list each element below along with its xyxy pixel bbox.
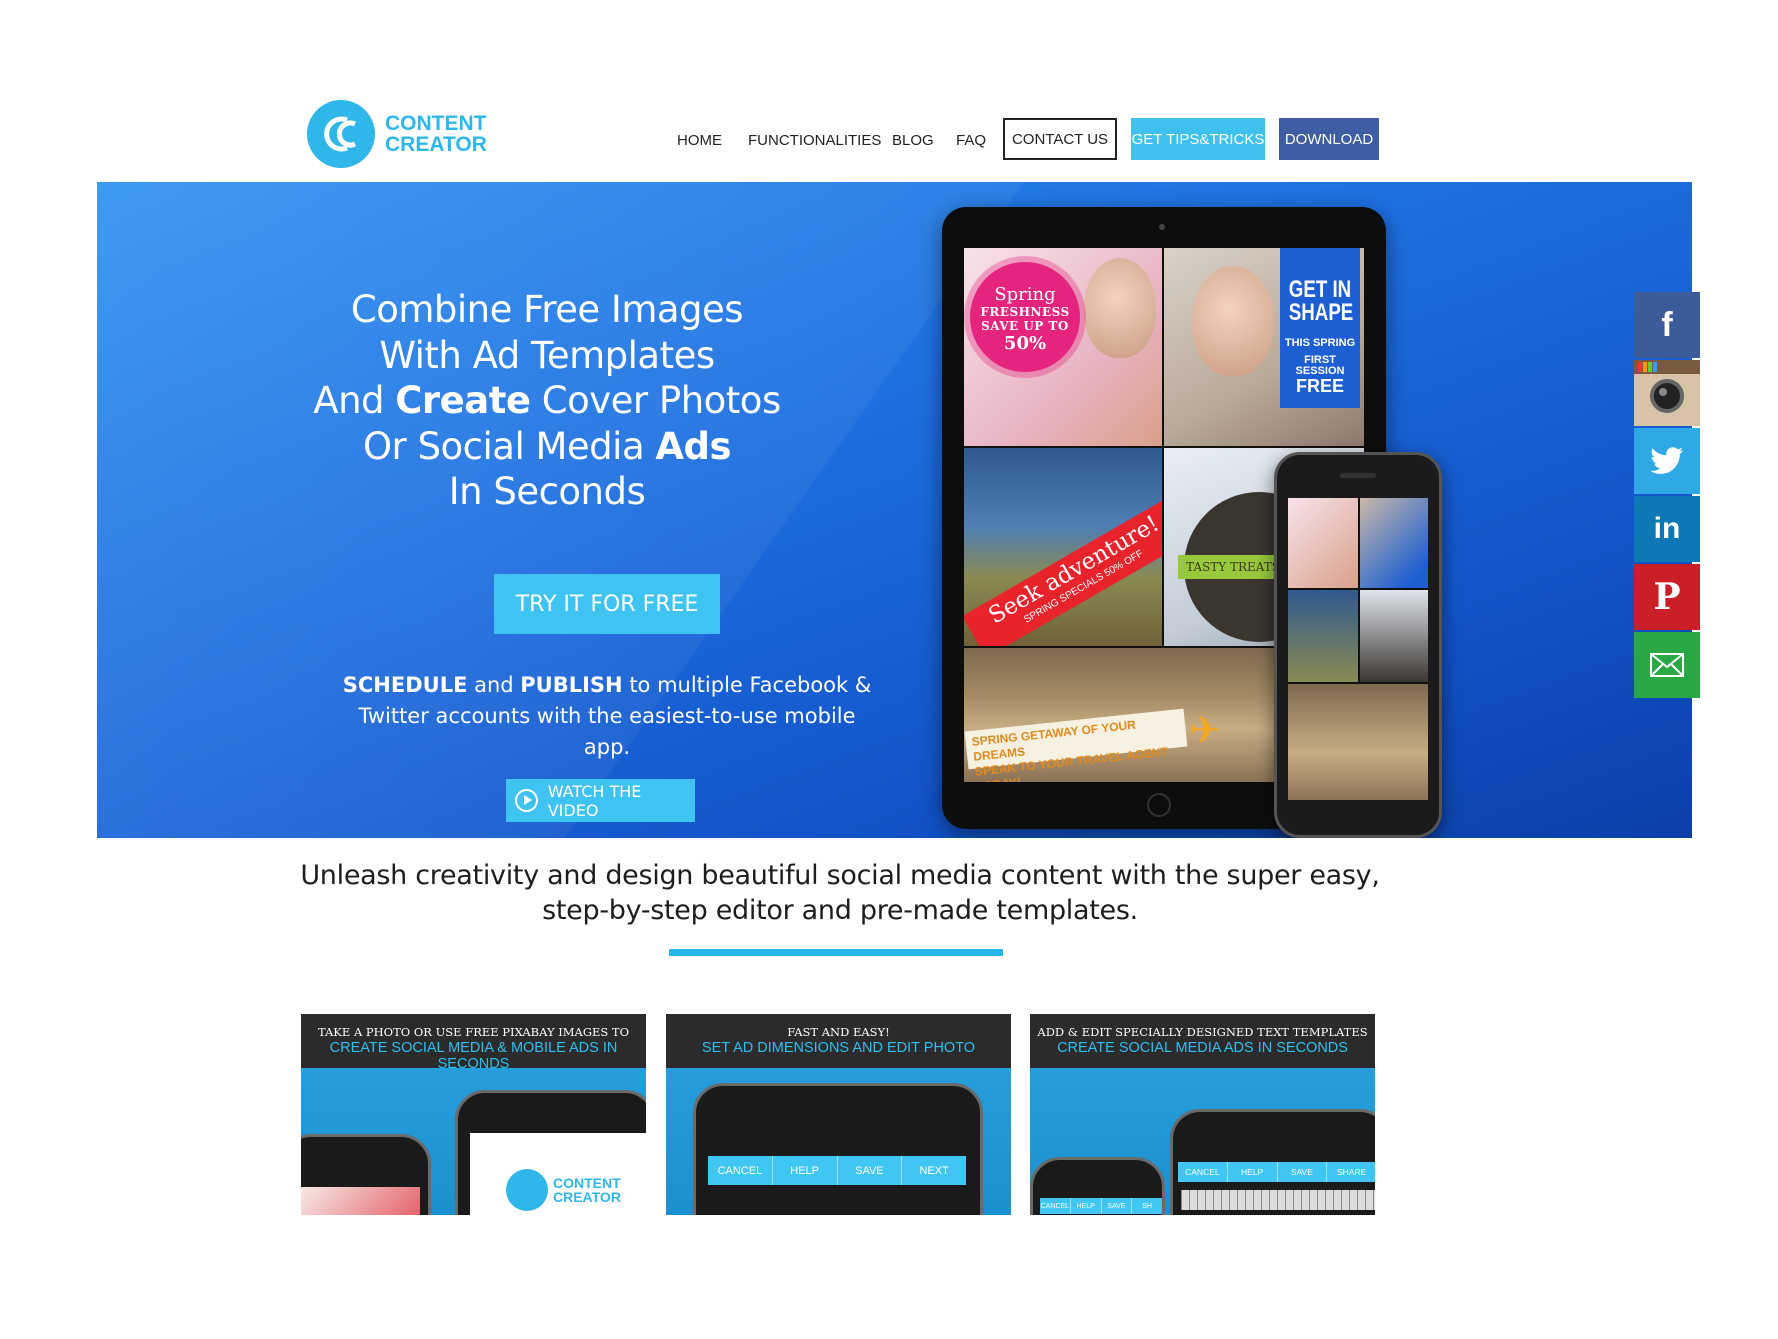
play-icon <box>515 789 538 812</box>
brand-logo[interactable]: CONTENT CREATOR <box>307 100 487 168</box>
section-divider <box>669 949 1003 956</box>
get-tips-button[interactable]: GET TIPS&TRICKS <box>1131 118 1265 160</box>
brand-line-2: CREATOR <box>385 133 487 156</box>
editor-toolbar: CANCEL HELP SAVE SH <box>1040 1198 1162 1214</box>
editor-toolbar: CANCEL HELP SAVE SHARE <box>1178 1162 1375 1182</box>
home-button-icon <box>1147 793 1171 817</box>
phone-mockup <box>301 1134 431 1215</box>
logo-mark-icon <box>307 100 375 168</box>
contact-us-button[interactable]: CONTACT US <box>1003 118 1117 160</box>
tagline: Unleash creativity and design beautiful … <box>300 860 1380 926</box>
nav-functionalities[interactable]: FUNCTIONALITIES <box>748 132 881 149</box>
toolbar-cancel[interactable]: CANCEL <box>708 1156 773 1185</box>
hero-banner: Combine Free Images With Ad Templates An… <box>97 182 1692 838</box>
main-nav: HOME FUNCTIONALITIES BLOG FAQ CONTACT US… <box>655 118 1379 162</box>
schedule-text: SCHEDULE and PUBLISH to multiple Faceboo… <box>342 673 872 759</box>
nav-home[interactable]: HOME <box>677 132 722 149</box>
feature-card-photo[interactable]: TAKE A PHOTO OR USE FREE PIXABAY IMAGES … <box>301 1014 646 1215</box>
logo-mark-icon <box>506 1169 548 1211</box>
toolbar-save[interactable]: SAVE <box>1278 1162 1328 1182</box>
feature-card-dimensions[interactable]: FAST AND EASY! SET AD DIMENSIONS AND EDI… <box>666 1014 1011 1215</box>
try-for-free-button[interactable]: TRY IT FOR FREE <box>494 574 720 634</box>
toolbar-next[interactable]: NEXT <box>902 1156 966 1185</box>
email-icon[interactable] <box>1634 632 1700 698</box>
brand-logo: CONTENT CREATOR <box>506 1169 621 1211</box>
phone-mockup <box>1274 452 1442 838</box>
editor-toolbar: CANCEL HELP SAVE NEXT <box>708 1156 966 1185</box>
toolbar-share[interactable]: SHARE <box>1327 1162 1375 1182</box>
nav-faq[interactable]: FAQ <box>956 132 986 149</box>
phone-mockup <box>693 1083 983 1215</box>
watch-video-button[interactable]: WATCH THE VIDEO <box>506 779 695 822</box>
download-button[interactable]: DOWNLOAD <box>1279 118 1379 160</box>
toolbar-save[interactable]: SAVE <box>838 1156 903 1185</box>
toolbar-cancel[interactable]: CANCEL <box>1178 1162 1228 1182</box>
facebook-icon[interactable]: f <box>1634 292 1700 358</box>
social-share-bar: f in P <box>1634 292 1700 700</box>
hero-headline: Combine Free Images With Ad Templates An… <box>313 288 781 513</box>
brand-line-1: CONTENT <box>385 112 487 135</box>
twitter-icon[interactable] <box>1634 428 1700 494</box>
linkedin-icon[interactable]: in <box>1634 496 1700 562</box>
ad-tile-adventure: Seek adventure! SPRING SPECIALS 50% OFF <box>964 448 1162 646</box>
toolbar-help[interactable]: HELP <box>1228 1162 1278 1182</box>
ad-tile-spring: Spring FRESHNESS SAVE UP TO 50% <box>964 248 1162 446</box>
toolbar-help[interactable]: HELP <box>773 1156 838 1185</box>
instagram-icon[interactable] <box>1634 360 1700 426</box>
nav-blog[interactable]: BLOG <box>892 132 934 149</box>
ad-tile-shape: GET IN SHAPE THIS SPRING FIRST SESSION F… <box>1164 248 1364 446</box>
feature-card-templates[interactable]: ADD & EDIT SPECIALLY DESIGNED TEXT TEMPL… <box>1030 1014 1375 1215</box>
phone-mockup: CONTENT CREATOR <box>455 1090 646 1215</box>
airplane-icon: ✈ <box>1189 708 1221 752</box>
pinterest-icon[interactable]: P <box>1634 564 1700 630</box>
